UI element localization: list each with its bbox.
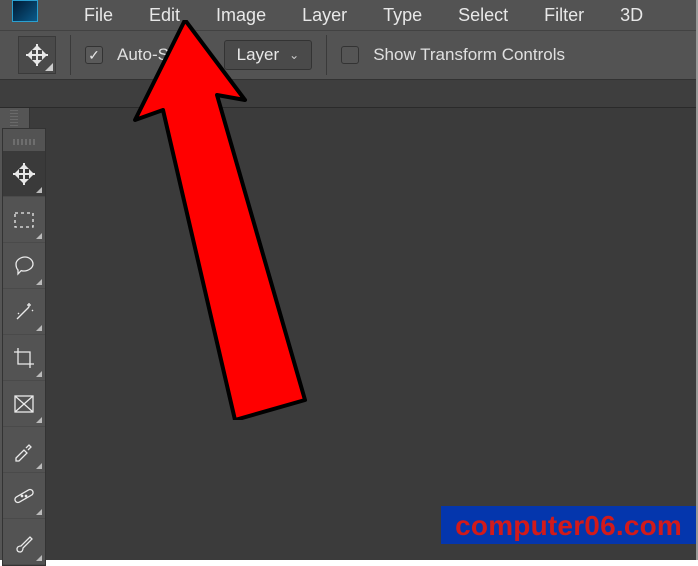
menu-layer[interactable]: Layer [284,3,365,28]
auto-select-checkbox[interactable]: ✓ [85,46,103,64]
auto-select-label: Auto-Select: [117,45,210,65]
bandage-icon [12,484,36,508]
menu-type[interactable]: Type [365,3,440,28]
healing-brush-tool[interactable] [3,473,45,519]
menu-filter[interactable]: Filter [526,3,602,28]
panel-drag-handle[interactable] [13,139,35,145]
crop-icon [12,346,36,370]
eyedropper-tool[interactable] [3,427,45,473]
auto-select-target-dropdown[interactable]: Layer ⌄ [224,40,313,70]
crop-tool[interactable] [3,335,45,381]
menu-3d[interactable]: 3D [602,3,661,28]
quick-selection-tool[interactable] [3,289,45,335]
current-tool-indicator[interactable] [18,36,56,74]
move-icon [13,163,35,185]
menu-edit[interactable]: Edit [131,3,198,28]
lasso-icon [12,254,36,278]
watermark: computer06.com [441,506,696,544]
app-logo-icon [12,0,38,22]
show-transform-checkbox[interactable] [341,46,359,64]
move-tool[interactable] [3,151,45,197]
main-area [0,108,696,560]
document-tab-strip [0,80,696,108]
divider [70,35,71,75]
brush-icon [12,530,36,554]
application-window: File Edit Image Layer Type Select Filter… [0,0,698,560]
eyedropper-icon [12,438,36,462]
tools-panel [2,128,46,566]
move-icon [26,44,48,66]
dropdown-value: Layer [237,45,280,65]
show-transform-label: Show Transform Controls [373,45,565,65]
menu-image[interactable]: Image [198,3,284,28]
frame-icon [12,392,36,416]
menu-select[interactable]: Select [440,3,526,28]
menu-file[interactable]: File [66,3,131,28]
rectangular-marquee-tool[interactable] [3,197,45,243]
brush-tool[interactable] [3,519,45,565]
menu-bar: File Edit Image Layer Type Select Filter… [0,0,696,30]
marquee-icon [12,208,36,232]
divider [326,35,327,75]
chevron-down-icon: ⌄ [289,48,299,62]
wand-icon [12,300,36,324]
options-bar: ✓ Auto-Select: Layer ⌄ Show Transform Co… [0,30,696,80]
frame-tool[interactable] [3,381,45,427]
document-canvas[interactable] [30,108,696,560]
lasso-tool[interactable] [3,243,45,289]
